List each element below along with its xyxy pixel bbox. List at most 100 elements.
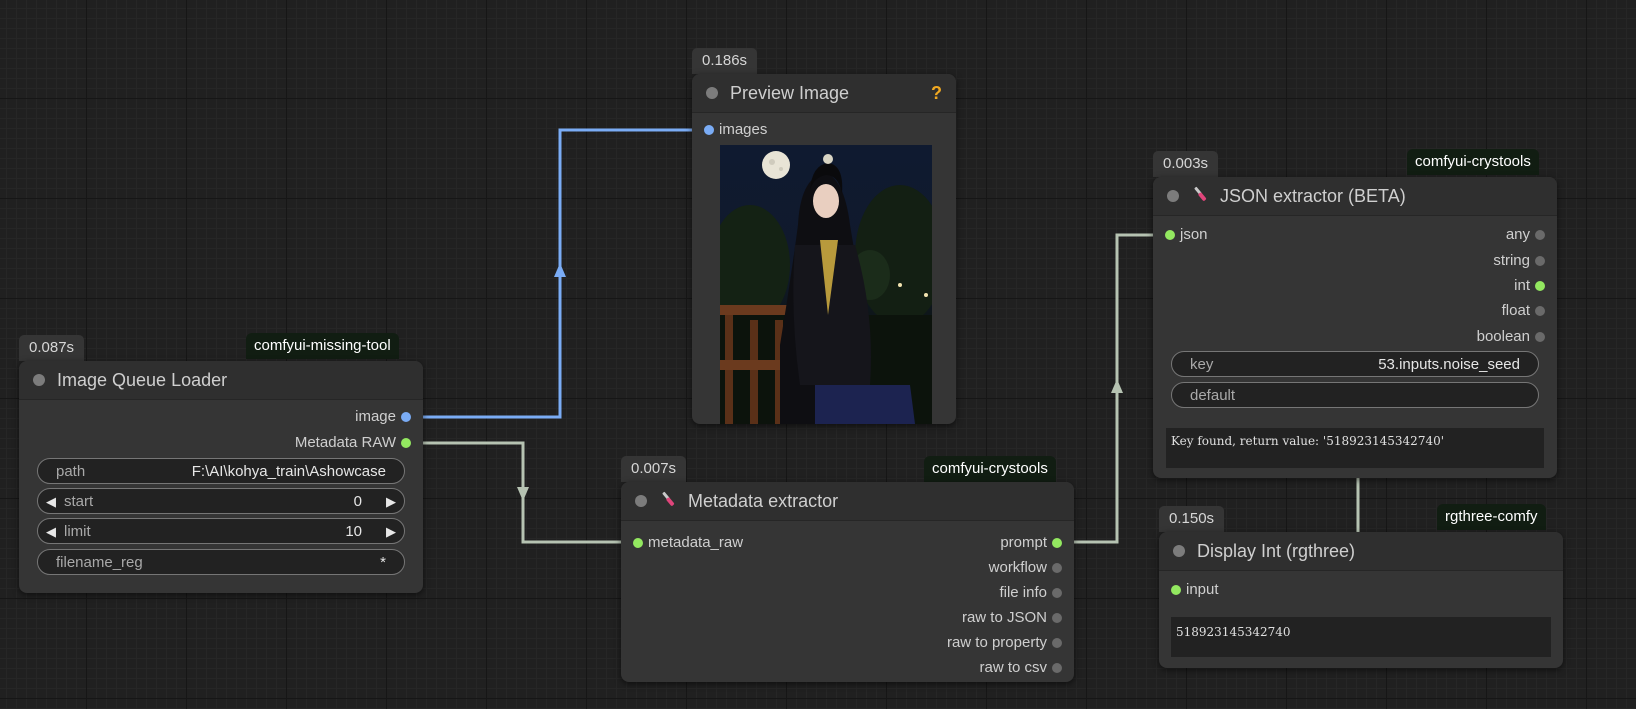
output-label: prompt [1000,534,1047,551]
output-metadata-raw[interactable]: Metadata RAW [295,433,411,453]
node-title-text: Preview Image [730,83,850,103]
output-slot-icon[interactable] [1052,538,1062,548]
input-slot-icon[interactable] [1171,585,1181,595]
key-widget[interactable]: key 53.inputs.noise_seed [1171,351,1539,377]
output-boolean[interactable]: boolean [1477,327,1545,347]
widget-label: default [1190,387,1236,404]
output-workflow[interactable]: workflow [989,558,1062,578]
input-slot-icon[interactable] [704,125,714,135]
output-slot-icon[interactable] [1535,281,1545,291]
filename-reg-widget[interactable]: filename_reg * [37,549,405,575]
widget-value: * [380,554,386,571]
collapse-dot-icon[interactable] [1167,190,1179,202]
input-images[interactable]: images [704,120,767,140]
node-title[interactable]: JSON extractor (BETA) [1153,177,1557,216]
output-slot-icon[interactable] [1052,588,1062,598]
display-value-textbox[interactable]: 518923145342740 [1171,617,1551,657]
widget-label: filename_reg [56,554,143,571]
arrow-right-icon[interactable]: ▶ [386,489,396,515]
output-float[interactable]: float [1502,301,1545,321]
link-image[interactable] [412,128,707,419]
output-slot-icon[interactable] [401,412,411,422]
display-timing: 0.150s [1159,506,1225,532]
widget-label: start [64,493,94,510]
node-title-text: Image Queue Loader [57,370,228,390]
collapse-dot-icon[interactable] [706,87,718,99]
display-int-node[interactable]: Display Int (rgthree) input 518923145342… [1159,532,1563,668]
output-slot-icon[interactable] [1052,563,1062,573]
widget-value: 10 [345,523,362,540]
arrow-left-icon[interactable]: ◀ [46,489,56,515]
link-metadata-raw[interactable] [412,441,636,544]
output-slot-icon[interactable] [1535,306,1545,316]
output-raw-to-property[interactable]: raw to property [947,633,1062,653]
image-queue-loader-node[interactable]: Image Queue Loader image Metadata RAW pa… [19,361,423,593]
input-slot-icon[interactable] [1165,230,1175,240]
preview-image[interactable] [720,145,932,424]
default-widget[interactable]: default [1171,382,1539,408]
input-json[interactable]: json [1165,225,1208,245]
input-slot-icon[interactable] [633,538,643,548]
arrow-left-icon[interactable]: ◀ [46,519,56,545]
output-slot-icon[interactable] [1535,332,1545,342]
output-label: file info [999,584,1047,601]
link-metadata-raw-arrow [517,487,529,501]
input-input[interactable]: input [1171,580,1219,600]
output-int[interactable]: int [1514,276,1545,296]
widget-value: F:\AI\kohya_train\Ashowcase [191,463,386,480]
link-image-arrow [554,263,566,277]
link-prompt-arrow [1111,379,1123,393]
metadata-pack-badge: comfyui-crystools [924,456,1056,482]
output-raw-to-csv[interactable]: raw to csv [979,658,1062,678]
node-title[interactable]: Display Int (rgthree) [1159,532,1563,571]
output-prompt[interactable]: prompt [1000,533,1062,553]
node-title[interactable]: Metadata extractor [621,482,1074,521]
loader-timing: 0.087s [19,335,85,361]
output-any[interactable]: any [1506,225,1545,245]
output-label: int [1514,277,1530,294]
output-slot-icon[interactable] [1052,613,1062,623]
input-metadata-raw[interactable]: metadata_raw [633,533,743,553]
widget-value: 0 [353,493,362,510]
result-textbox[interactable]: Key found, return value: '51892314534274… [1166,428,1544,468]
output-label: image [355,408,396,425]
link-prompt[interactable] [1069,233,1165,544]
node-title[interactable]: Image Queue Loader [19,361,423,400]
output-label: float [1501,302,1530,319]
loader-pack-badge: comfyui-missing-tool [246,333,399,359]
metadata-timing: 0.007s [621,456,687,482]
display-pack-badge: rgthree-comfy [1437,504,1546,530]
json-extractor-node[interactable]: JSON extractor (BETA) json any string in… [1153,177,1557,478]
input-label: metadata_raw [648,534,744,551]
collapse-dot-icon[interactable] [635,495,647,507]
output-label: raw to JSON [961,609,1047,626]
output-slot-icon[interactable] [1052,663,1062,673]
limit-widget[interactable]: ◀ limit 10 ▶ [37,518,405,544]
output-string[interactable]: string [1493,251,1545,271]
output-label: any [1505,226,1530,243]
help-icon[interactable]: ? [931,74,942,112]
output-label: raw to csv [979,659,1047,676]
wrench-icon [1191,178,1209,216]
output-image[interactable]: image [355,407,411,427]
preview-image-illustration [720,151,932,424]
output-raw-to-json[interactable]: raw to JSON [962,608,1062,628]
node-title-text: Metadata extractor [688,491,839,511]
path-widget[interactable]: path F:\AI\kohya_train\Ashowcase [37,458,405,484]
output-slot-icon[interactable] [401,438,411,448]
output-label: boolean [1476,328,1530,345]
start-widget[interactable]: ◀ start 0 ▶ [37,488,405,514]
node-title-text: JSON extractor (BETA) [1220,186,1406,206]
output-slot-icon[interactable] [1535,256,1545,266]
output-slot-icon[interactable] [1535,230,1545,240]
widget-value: 53.inputs.noise_seed [1378,356,1520,373]
metadata-extractor-node[interactable]: Metadata extractor metadata_raw prompt w… [621,482,1074,682]
collapse-dot-icon[interactable] [1173,545,1185,557]
preview-image-node[interactable]: Preview Image ? images [692,74,956,424]
arrow-right-icon[interactable]: ▶ [386,519,396,545]
output-slot-icon[interactable] [1052,638,1062,648]
node-title[interactable]: Preview Image ? [692,74,956,113]
collapse-dot-icon[interactable] [33,374,45,386]
output-file-info[interactable]: file info [999,583,1062,603]
widget-label: key [1190,356,1214,373]
